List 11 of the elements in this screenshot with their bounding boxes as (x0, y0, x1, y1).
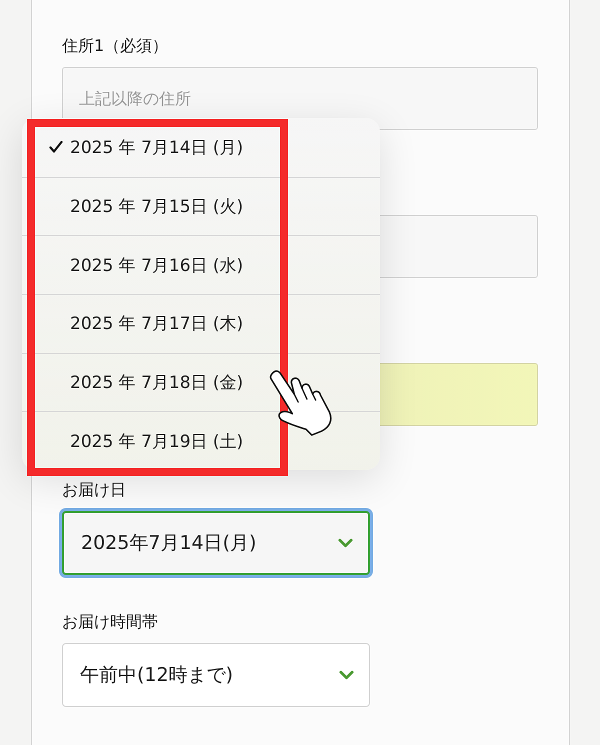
chevron-down-icon (338, 538, 353, 548)
dropdown-option[interactable]: 2025 年 7月15日 (火) (22, 176, 380, 236)
chevron-down-icon (339, 670, 354, 680)
select-field[interactable]: 2025年7月14日(月) (62, 511, 370, 575)
field-label: お届け時間帯 (62, 611, 159, 633)
checkmark-icon (49, 140, 63, 154)
select-field[interactable]: 午前中(12時まで) (62, 643, 370, 707)
field-label: 住所1（必須） (62, 35, 170, 57)
field-label: お届け日 (62, 479, 127, 501)
dropdown-option[interactable]: 2025 年 7月16日 (水) (22, 235, 380, 294)
dropdown-option[interactable]: 2025 年 7月17日 (木) (22, 294, 380, 353)
